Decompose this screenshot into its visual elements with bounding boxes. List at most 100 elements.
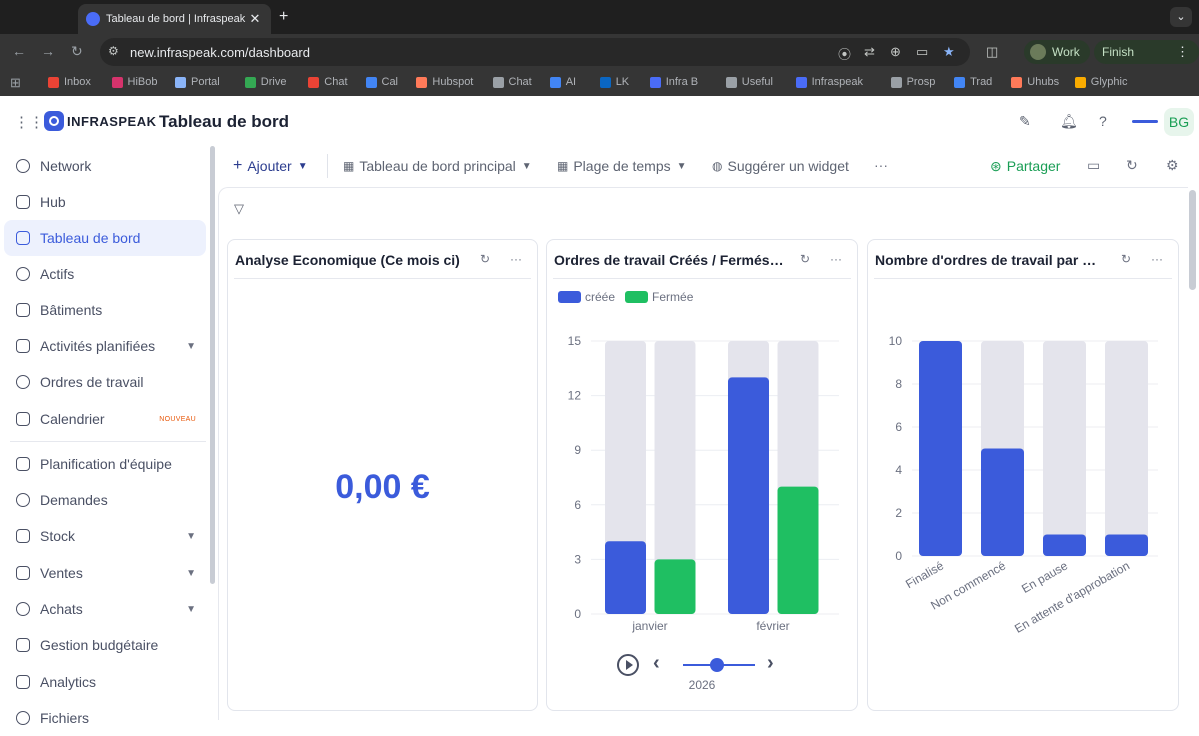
sidebar-item-actifs[interactable]: Actifs <box>4 256 206 292</box>
bookmark-item[interactable]: AI <box>549 76 576 88</box>
sidebar-scrollbar[interactable] <box>210 146 215 584</box>
gestion-budgetaire-icon <box>16 638 30 652</box>
bookmark-favicon-icon <box>416 76 428 88</box>
bookmark-item[interactable]: Infra B <box>649 76 698 88</box>
site-info-icon[interactable]: ⚙ <box>108 44 119 58</box>
suggest-widget-button[interactable]: ◍ Suggérer un widget <box>712 156 849 176</box>
previous-icon[interactable]: ‹ <box>653 652 660 675</box>
tab-search-icon[interactable]: ⌄ <box>1170 7 1192 27</box>
bookmark-item[interactable]: Chat <box>492 76 532 88</box>
bookmark-item[interactable]: Prosp <box>890 76 935 88</box>
sidebar-item-label: Fichiers <box>40 710 90 726</box>
sidebar-item-batiments[interactable]: Bâtiments <box>4 292 206 328</box>
refresh-icon[interactable]: ↻ <box>480 252 490 266</box>
bookmark-favicon-icon <box>725 76 737 88</box>
browser-menu-icon[interactable]: ⋮ <box>1176 44 1189 60</box>
actifs-icon <box>16 267 30 281</box>
sidebar-item-tableau-de-bord[interactable]: Tableau de bord <box>4 220 206 256</box>
settings-sliders-icon[interactable]: ⚙ <box>1166 157 1179 174</box>
bookmark-item[interactable]: Inbox <box>48 76 91 88</box>
help-icon[interactable]: ? <box>1099 113 1107 129</box>
y-tick-label: 15 <box>568 334 582 348</box>
infraspeak-logo-icon[interactable] <box>44 111 64 131</box>
bookmark-item[interactable]: Uhubs <box>1011 76 1059 88</box>
sidebar-item-network[interactable]: Network <box>4 148 206 184</box>
timeline-slider-handle[interactable] <box>710 658 724 672</box>
location-icon[interactable]: ⦿ <box>838 44 851 63</box>
bookmark-item[interactable]: Cal <box>365 76 398 88</box>
forward-icon[interactable]: → <box>41 43 55 59</box>
chevron-down-icon[interactable]: ▼ <box>186 604 196 615</box>
avatar[interactable]: BG <box>1164 108 1194 136</box>
bar-closed <box>777 486 819 614</box>
sidebar-item-ventes[interactable]: Ventes ▼ <box>4 555 206 591</box>
bookmark-item[interactable]: Hubspot <box>416 76 473 88</box>
bookmark-favicon-icon <box>954 76 966 88</box>
next-icon[interactable]: › <box>767 652 774 675</box>
add-button[interactable]: + Ajouter ▼ <box>233 156 308 176</box>
close-tab-icon[interactable]: ✕ <box>247 11 263 27</box>
sidebar-item-achats[interactable]: Achats ▼ <box>4 591 206 627</box>
browser-toolbar: ← → ↻ ⚙ new.infraspeak.com/dashboard ⦿ ⇄… <box>0 34 1199 83</box>
stock-icon <box>16 529 30 543</box>
extensions-icon[interactable]: ◫ <box>986 44 998 60</box>
back-icon[interactable]: ← <box>12 43 26 59</box>
url-text[interactable]: new.infraspeak.com/dashboard <box>130 45 310 60</box>
chevron-down-icon[interactable]: ▼ <box>186 341 196 352</box>
sidebar-item-planification-d-equipe[interactable]: Planification d'équipe <box>4 446 206 482</box>
dashboard-select[interactable]: ▦ Tableau de bord principal ▼ <box>343 156 532 176</box>
refresh-all-icon[interactable]: ↻ <box>1126 157 1138 174</box>
browser-tab[interactable]: Tableau de bord | Infraspeak ✕ <box>78 4 271 34</box>
bookmark-label: Chat <box>508 76 532 88</box>
share-button[interactable]: ⊛ Partager <box>990 156 1060 176</box>
sidebar-item-fichiers[interactable]: Fichiers <box>4 700 206 736</box>
fichiers-icon <box>16 711 30 725</box>
bookmark-favicon-icon <box>48 76 59 88</box>
suggest-widget-label: Suggérer un widget <box>727 158 849 174</box>
app-launcher-icon[interactable]: ⋮⋮ <box>14 113 44 131</box>
sidebar-item-demandes[interactable]: Demandes <box>4 482 206 518</box>
sidebar-item-ordres-de-travail[interactable]: Ordres de travail <box>4 364 206 400</box>
main-scrollbar[interactable] <box>1189 190 1196 290</box>
bookmark-item[interactable]: HiBob <box>111 76 157 88</box>
bookmark-item[interactable]: Trad <box>954 76 992 88</box>
bell-icon[interactable]: 🔔︎ <box>1060 113 1078 130</box>
bookmark-item[interactable]: Infraspeak <box>795 76 863 88</box>
chevron-down-icon[interactable]: ▼ <box>186 568 196 579</box>
tv-mode-icon[interactable]: ▭ <box>1087 157 1100 174</box>
x-tick-label: En pause <box>1019 558 1070 596</box>
bookmark-item[interactable]: Glyphic <box>1074 76 1127 88</box>
sidebar-item-analytics[interactable]: Analytics <box>4 664 206 700</box>
more-options-icon[interactable]: ··· <box>874 157 888 173</box>
widget-menu-icon[interactable]: ··· <box>510 252 522 266</box>
apps-grid-icon[interactable]: ⊞ <box>10 75 21 91</box>
bookmark-item[interactable]: LK <box>599 76 629 88</box>
sidebar-item-gestion-budgetaire[interactable]: Gestion budgétaire <box>4 627 206 663</box>
zoom-icon[interactable]: ⊕ <box>890 44 901 60</box>
company-logo-icon[interactable] <box>1132 120 1158 123</box>
tools-icon[interactable]: ✎ <box>1019 113 1031 130</box>
logo-text[interactable]: INFRASPEAK <box>67 114 157 129</box>
new-tab-icon[interactable]: + <box>279 8 288 26</box>
bookmark-item[interactable]: Drive <box>244 76 286 88</box>
bookmark-item[interactable]: Useful <box>725 76 773 88</box>
profile-button[interactable]: Work <box>1024 40 1090 64</box>
sidebar-item-stock[interactable]: Stock ▼ <box>4 518 206 554</box>
network-icon <box>16 159 30 173</box>
bookmark-item[interactable]: Portal <box>175 76 220 88</box>
sidebar-item-label: Achats <box>40 601 83 617</box>
play-icon[interactable] <box>617 654 639 676</box>
bookmark-star-icon[interactable]: ★ <box>943 44 955 60</box>
time-range-select[interactable]: ▦ Plage de temps ▼ <box>557 156 687 176</box>
filter-icon[interactable]: ▽ <box>234 201 244 217</box>
sidebar-item-calendrier[interactable]: Calendrier NOUVEAU <box>4 401 206 437</box>
sidebar-item-label: Activités planifiées <box>40 338 156 354</box>
translate-icon[interactable]: ⇄ <box>864 44 875 60</box>
chevron-down-icon[interactable]: ▼ <box>186 531 196 542</box>
toolbar-divider <box>327 154 328 178</box>
bookmark-item[interactable]: Chat <box>308 76 348 88</box>
reload-icon[interactable]: ↻ <box>71 43 83 60</box>
cast-icon[interactable]: ▭ <box>916 44 928 60</box>
sidebar-item-hub[interactable]: Hub <box>4 184 206 220</box>
sidebar-item-activites-planifiees[interactable]: Activités planifiées ▼ <box>4 328 206 364</box>
